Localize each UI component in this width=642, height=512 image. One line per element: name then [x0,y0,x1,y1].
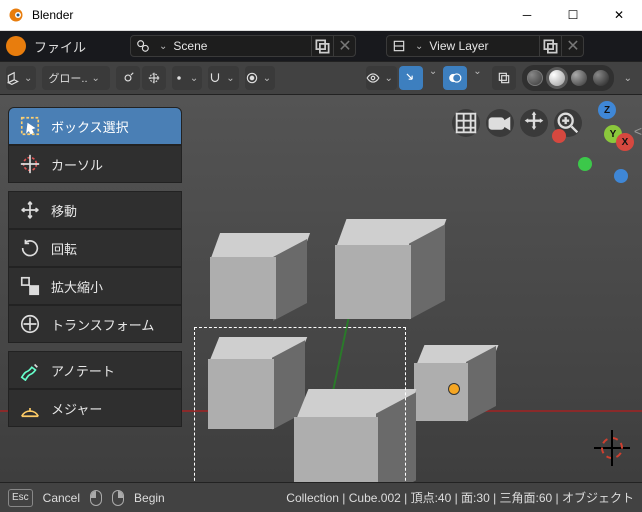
cursor-tool-button[interactable] [142,66,166,90]
solid-shading-button[interactable] [546,67,568,89]
scene-icon [131,35,155,57]
sidebar-collapse-chevron-icon[interactable]: < [634,123,642,139]
3d-viewport[interactable]: ボックス選択 カーソル 移動 回転 拡大縮小 トランスフォーム アノテート [0,95,642,482]
window-title: Blender [32,8,504,22]
transform-icon [19,313,41,335]
gizmo-x-axis[interactable]: X [616,133,634,151]
tool-move[interactable]: 移動 [8,191,182,229]
annotate-icon [19,359,41,381]
grid-view-button[interactable] [452,109,480,137]
scene-selector[interactable]: ⌄ Scene ✕ [130,35,356,57]
tool-shelf: ボックス選択 カーソル 移動 回転 拡大縮小 トランスフォーム アノテート [8,107,182,427]
cursor-icon [19,153,41,175]
tool-transform[interactable]: トランスフォーム [8,305,182,343]
delete-viewlayer-button[interactable]: ✕ [561,35,583,57]
mouse-left-icon [90,490,102,506]
xray-toggle-button[interactable] [492,66,516,90]
tool-label: 移動 [51,201,77,220]
viewport-header: ⌄ グロー..⌄ ⌄ ⌄ ⌄ ⌄ ⌄ ⌄ ⌄ [0,61,642,95]
show-gizmo-button[interactable] [399,66,423,90]
tool-label: 拡大縮小 [51,277,103,296]
tool-label: トランスフォーム [51,315,154,334]
tool-rotate[interactable]: 回転 [8,229,182,267]
scale-icon [19,275,41,297]
file-menu[interactable]: ファイル [34,37,86,56]
blender-app-icon [8,7,24,23]
gizmo-neg-x-icon[interactable] [552,129,566,143]
new-viewlayer-button[interactable] [539,35,561,57]
wireframe-shading-button[interactable] [524,67,546,89]
measure-icon [19,397,41,419]
cube-object[interactable] [215,233,305,323]
camera-view-button[interactable] [486,109,514,137]
shading-options-chevron-icon[interactable]: ⌄ [620,73,636,84]
show-overlays-button[interactable] [443,66,467,90]
tool-label: カーソル [51,155,103,174]
move-icon [19,199,41,221]
blender-logo-icon[interactable] [6,36,26,56]
object-origin-icon [448,383,460,395]
cancel-hint: Cancel [43,491,80,505]
rendered-shading-button[interactable] [590,67,612,89]
gizmo-neg-z-icon[interactable] [614,169,628,183]
delete-scene-button[interactable]: ✕ [333,35,355,57]
tool-annotate[interactable]: アノテート [8,351,182,389]
select-mode-button[interactable] [116,66,140,90]
window-close-button[interactable]: ✕ [596,0,642,30]
esc-key-hint: Esc [8,489,33,507]
proportional-edit-button[interactable]: ⌄ [245,66,275,90]
mode-label: グロー.. [48,70,87,86]
gizmo-neg-y-icon[interactable] [578,157,592,171]
viewlayer-selector[interactable]: ⌄ View Layer ✕ [386,35,584,57]
stats-info: Collection | Cube.002 | 頂点:40 | 面:30 | 三… [286,489,634,506]
pan-view-button[interactable] [520,109,548,137]
pivot-button[interactable]: ⌄ [172,66,202,90]
tool-scale[interactable]: 拡大縮小 [8,267,182,305]
status-bar: Esc Cancel Begin Collection | Cube.002 |… [0,482,642,512]
object-visibility-button[interactable]: ⌄ [366,66,396,90]
tool-cursor[interactable]: カーソル [8,145,182,183]
box-select-icon [19,115,41,137]
snap-button[interactable]: ⌄ [208,66,238,90]
tool-measure[interactable]: メジャー [8,389,182,427]
gizmo-z-axis[interactable]: Z [598,101,616,119]
tool-label: ボックス選択 [51,117,129,136]
mode-selector[interactable]: グロー..⌄ [42,66,110,90]
window-minimize-button[interactable]: ─ [504,0,550,30]
viewlayer-icon [387,35,411,57]
tool-box-select[interactable]: ボックス選択 [8,107,182,145]
navigation-gizmo[interactable]: Z Y X [578,101,634,157]
shading-mode-group [522,65,614,91]
mouse-right-icon [112,490,124,506]
rotate-icon [19,237,41,259]
begin-hint: Begin [134,491,165,505]
top-menubar: ファイル ⌄ Scene ✕ ⌄ View Layer ✕ [0,31,642,61]
box-select-marquee [194,327,406,482]
tool-label: 回転 [51,239,77,258]
new-scene-button[interactable] [311,35,333,57]
window-maximize-button[interactable]: ☐ [550,0,596,30]
scene-name[interactable]: Scene [171,39,311,53]
matpreview-shading-button[interactable] [568,67,590,89]
window-titlebar: Blender ─ ☐ ✕ [0,0,642,31]
viewlayer-name[interactable]: View Layer [427,39,539,53]
tool-label: メジャー [51,399,102,418]
chevron-down-icon: ⌄ [155,41,171,52]
editor-type-button[interactable]: ⌄ [6,66,36,90]
3d-cursor-icon [594,430,630,466]
tool-label: アノテート [51,361,115,380]
cube-object[interactable] [335,219,441,325]
chevron-down-icon: ⌄ [411,41,427,52]
